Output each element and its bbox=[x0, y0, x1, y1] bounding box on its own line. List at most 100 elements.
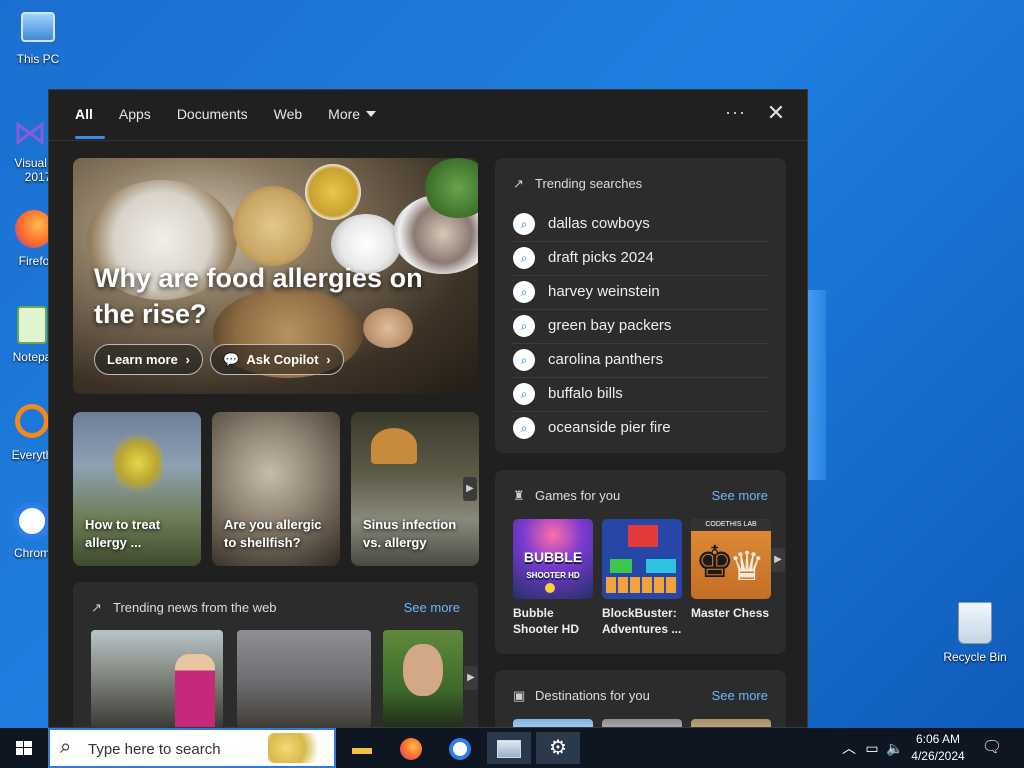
news-image-2[interactable] bbox=[237, 630, 371, 727]
ask-copilot-label: Ask Copilot bbox=[246, 352, 319, 367]
cards-next-arrow[interactable]: ▶ bbox=[463, 477, 477, 501]
taskbar-search-box[interactable]: ⌕ Type here to search bbox=[48, 728, 336, 768]
learn-more-label: Learn more bbox=[107, 352, 178, 367]
trending-search-item[interactable]: ⌕ draft picks 2024 bbox=[512, 242, 768, 276]
notification-center-icon[interactable]: 🗨 bbox=[980, 728, 1004, 768]
search-icon: ⌕ bbox=[513, 281, 535, 303]
hero-image-mustard-bowl bbox=[305, 164, 361, 220]
trending-search-item[interactable]: ⌕ carolina panthers bbox=[512, 344, 768, 378]
desktop-icon-recycle-bin[interactable]: Recycle Bin bbox=[938, 602, 1012, 664]
file-explorer-taskbar-icon[interactable]: ▬ bbox=[340, 732, 384, 764]
destinations-see-more-link[interactable]: See more bbox=[712, 688, 768, 703]
trending-news-card: ↗ Trending news from the web See more ▶ bbox=[73, 582, 478, 727]
hero-image-chickpea-bowl bbox=[233, 186, 313, 266]
trending-search-text: dallas cowboys bbox=[548, 215, 650, 232]
search-placeholder: Type here to search bbox=[88, 741, 221, 758]
search-panel: All Apps Documents Web More ··· ✕ Why ar… bbox=[48, 89, 808, 728]
tab-documents[interactable]: Documents bbox=[167, 90, 258, 141]
news-image-3[interactable] bbox=[383, 630, 463, 727]
trending-search-item[interactable]: ⌕ dallas cowboys bbox=[512, 208, 768, 242]
news-image-person bbox=[175, 654, 215, 727]
chrome-icon bbox=[449, 737, 471, 760]
firefox-taskbar-icon[interactable] bbox=[389, 732, 433, 764]
trending-search-item[interactable]: ⌕ buffalo bills bbox=[512, 378, 768, 412]
show-hidden-icons-button[interactable]: ︿ bbox=[838, 728, 860, 768]
chrome-icon bbox=[13, 502, 51, 540]
start-button[interactable] bbox=[0, 728, 48, 768]
chevron-right-icon: ▶ bbox=[467, 672, 475, 683]
card-caption: How to treat allergy ... bbox=[85, 517, 161, 550]
game-master-chess-thumb[interactable]: CODETHIS LAB ♚ ♛ bbox=[691, 519, 771, 599]
gear-icon: ⚙ bbox=[549, 737, 567, 759]
game-bubble-shooter-thumb[interactable]: BUBBLE SHOOTER HD bbox=[513, 519, 593, 599]
tab-more[interactable]: More bbox=[318, 90, 386, 141]
more-options-button[interactable]: ··· bbox=[725, 102, 746, 123]
news-image-1[interactable] bbox=[91, 630, 223, 727]
recycle-bin-icon bbox=[958, 602, 992, 644]
search-tabs: All Apps Documents Web More ··· ✕ bbox=[49, 90, 807, 141]
allergy-card-sinus[interactable]: Sinus infection vs. allergy bbox=[351, 412, 479, 566]
taskbar: ⌕ Type here to search ▬ ⚙ ︿ ▭ 🔈 6:06 AM … bbox=[0, 728, 1024, 768]
trending-search-item[interactable]: ⌕ oceanside pier fire bbox=[512, 412, 768, 446]
codethislab-badge: CODETHIS LAB bbox=[691, 519, 771, 531]
search-icon: ⌕ bbox=[513, 417, 535, 439]
desktop-icon-this-pc[interactable]: This PC bbox=[2, 8, 74, 66]
chess-queen-icon: ♛ bbox=[729, 545, 765, 589]
tab-apps[interactable]: Apps bbox=[109, 90, 161, 141]
trending-search-text: draft picks 2024 bbox=[548, 249, 654, 266]
destination-thumb[interactable] bbox=[513, 719, 593, 727]
destinations-title: Destinations for you bbox=[535, 688, 650, 703]
firefox-icon bbox=[400, 737, 422, 760]
news-see-more-link[interactable]: See more bbox=[404, 600, 460, 615]
allergy-card-shellfish[interactable]: Are you allergic to shellfish? bbox=[212, 412, 340, 566]
clock[interactable]: 6:06 AM 4/26/2024 bbox=[906, 728, 970, 768]
news-next-arrow[interactable]: ▶ bbox=[464, 666, 478, 690]
tab-all[interactable]: All bbox=[65, 90, 105, 141]
destination-thumb[interactable] bbox=[691, 719, 771, 727]
news-image-face bbox=[403, 644, 443, 696]
monitor-taskbar-icon[interactable] bbox=[487, 732, 531, 764]
games-title: Games for you bbox=[535, 488, 621, 503]
chrome-taskbar-icon[interactable] bbox=[438, 732, 482, 764]
card-caption: Sinus infection vs. allergy bbox=[363, 517, 457, 550]
trending-search-text: harvey weinstein bbox=[548, 283, 660, 300]
trending-searches-title: Trending searches bbox=[535, 176, 643, 191]
trending-search-item[interactable]: ⌕ harvey weinstein bbox=[512, 276, 768, 310]
close-button[interactable]: ✕ bbox=[765, 100, 787, 126]
search-icon: ⌕ bbox=[60, 736, 72, 758]
trending-search-item[interactable]: ⌕ green bay packers bbox=[512, 310, 768, 344]
visual-studio-icon: ⋈ bbox=[13, 114, 47, 152]
trending-search-text: buffalo bills bbox=[548, 385, 623, 402]
games-next-arrow[interactable]: ▶ bbox=[771, 548, 785, 572]
ask-copilot-button[interactable]: 💬 Ask Copilot › bbox=[210, 344, 344, 375]
destinations-header: ▣ Destinations for you bbox=[513, 688, 650, 704]
desktop-icon-label: Everyth bbox=[11, 448, 53, 462]
game-blockbuster-thumb[interactable] bbox=[602, 519, 682, 599]
volume-muted-icon[interactable]: 🔈 bbox=[884, 728, 906, 768]
destination-thumb[interactable] bbox=[602, 719, 682, 727]
chat-bubble-icon: 💬 bbox=[223, 352, 240, 367]
clock-time: 6:06 AM bbox=[915, 732, 961, 746]
hero-card[interactable]: Why are food allergies on the rise? Lear… bbox=[73, 158, 478, 394]
desktop-icon-label: Recycle Bin bbox=[943, 650, 1007, 664]
monitor-icon bbox=[497, 739, 521, 758]
network-icon[interactable]: ▭ bbox=[862, 728, 882, 768]
trending-news-header: ↗ Trending news from the web bbox=[91, 600, 277, 616]
hero-title: Why are food allergies on the rise? bbox=[94, 263, 423, 329]
search-icon: ⌕ bbox=[513, 213, 535, 235]
card-image-beanie bbox=[371, 428, 417, 464]
trending-news-title: Trending news from the web bbox=[113, 600, 277, 615]
chevron-right-icon: › bbox=[185, 352, 190, 367]
search-highlight-icon bbox=[268, 733, 330, 763]
search-icon: ⌕ bbox=[513, 349, 535, 371]
tab-web[interactable]: Web bbox=[264, 90, 313, 141]
settings-taskbar-icon[interactable]: ⚙ bbox=[536, 732, 580, 764]
tab-label: All bbox=[75, 105, 93, 122]
destinations-card: ▣ Destinations for you See more bbox=[495, 670, 786, 727]
game-name: BlockBuster: Adventures ... bbox=[602, 606, 682, 636]
bubble-shooter-logo-word: BUBBLE bbox=[523, 549, 583, 565]
allergy-card-treat[interactable]: How to treat allergy ... bbox=[73, 412, 201, 566]
learn-more-button[interactable]: Learn more › bbox=[94, 344, 203, 375]
ball-icon bbox=[545, 583, 555, 593]
games-see-more-link[interactable]: See more bbox=[712, 488, 768, 503]
